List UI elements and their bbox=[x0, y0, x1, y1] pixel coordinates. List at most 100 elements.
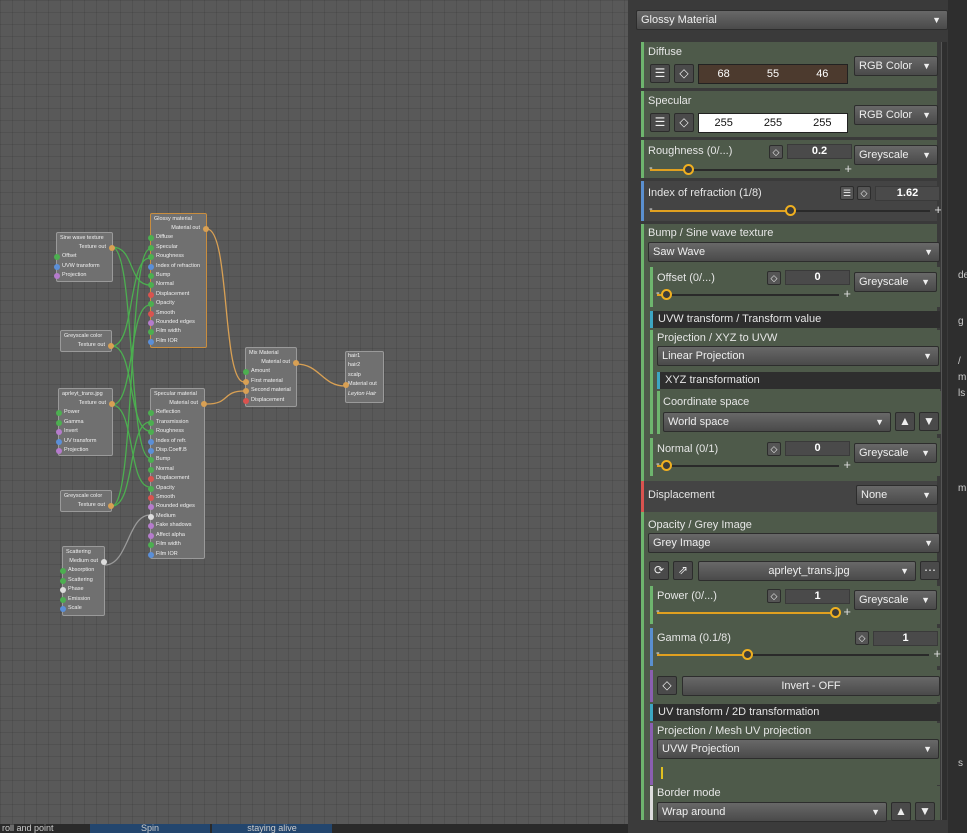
normal-value[interactable]: 0 bbox=[785, 441, 850, 456]
invert-toggle[interactable]: Invert - OFF bbox=[682, 676, 940, 696]
minus-icon[interactable]: - bbox=[656, 605, 660, 617]
node-input[interactable]: Film IOR bbox=[148, 337, 206, 346]
node-input[interactable]: Gamma bbox=[56, 418, 112, 427]
node-input[interactable]: Offset bbox=[54, 252, 112, 261]
input-socket[interactable] bbox=[148, 457, 154, 464]
input-socket[interactable] bbox=[148, 263, 154, 270]
input-socket[interactable] bbox=[243, 378, 249, 385]
node-input[interactable]: Medium bbox=[148, 512, 204, 521]
move-down-icon[interactable]: ▼ bbox=[915, 802, 935, 821]
node-input[interactable]: Smooth bbox=[148, 309, 206, 318]
node-input[interactable]: Normal bbox=[148, 465, 204, 474]
node-input[interactable]: Index of refr. bbox=[148, 437, 204, 446]
power-value[interactable]: 1 bbox=[785, 589, 850, 604]
node-input[interactable]: Opacity bbox=[148, 484, 204, 493]
border-mode-dropdown[interactable]: Wrap around ▼ bbox=[657, 802, 887, 822]
ior-slider[interactable]: - + bbox=[649, 202, 942, 217]
output-socket[interactable] bbox=[101, 559, 107, 565]
node-input[interactable]: Reflection bbox=[148, 408, 204, 417]
input-socket[interactable] bbox=[60, 606, 66, 613]
diffuse-color-field[interactable]: 68 55 46 bbox=[698, 64, 848, 84]
keyframe-icon[interactable]: ◇ bbox=[674, 113, 694, 132]
input-socket[interactable] bbox=[148, 523, 154, 530]
input-socket[interactable] bbox=[148, 310, 154, 317]
node-input[interactable]: Power bbox=[56, 408, 112, 417]
input-socket[interactable] bbox=[148, 476, 154, 483]
node-graph-canvas[interactable]: Sine wave texture Texture out Offset UVW… bbox=[0, 0, 628, 824]
slider-knob[interactable] bbox=[661, 460, 673, 471]
node-input[interactable]: Bump bbox=[148, 271, 206, 280]
input-socket[interactable] bbox=[148, 495, 154, 502]
slider-knob[interactable] bbox=[683, 164, 694, 175]
minus-icon[interactable]: - bbox=[649, 203, 653, 215]
plus-icon[interactable]: + bbox=[843, 457, 851, 472]
node-image-texture[interactable]: aprleyt_trans.jpg Texture out Power Gamm… bbox=[56, 388, 115, 456]
panel-scrollbar[interactable] bbox=[941, 42, 947, 820]
bottom-tab[interactable]: roll and point bbox=[0, 824, 88, 833]
gamma-slider[interactable]: - + bbox=[656, 646, 941, 661]
roughness-slider[interactable]: - + bbox=[649, 161, 852, 176]
slider-knob[interactable] bbox=[661, 289, 673, 300]
node-input[interactable]: Film width bbox=[148, 327, 206, 336]
node-input[interactable]: Displacement bbox=[243, 396, 296, 405]
wave-type-dropdown[interactable]: Saw Wave ▼ bbox=[648, 242, 940, 262]
node-input[interactable]: Projection bbox=[56, 446, 112, 455]
coordinate-space-dropdown[interactable]: World space ▼ bbox=[663, 412, 891, 432]
node-scattering[interactable]: Scattering Medium out Absorption Scatter… bbox=[60, 546, 107, 616]
input-socket[interactable] bbox=[148, 419, 154, 426]
node-input[interactable]: Amount bbox=[243, 367, 296, 376]
input-socket[interactable] bbox=[148, 235, 154, 242]
diffuse-r-value[interactable]: 68 bbox=[718, 68, 730, 80]
list-icon[interactable]: ☰ bbox=[650, 64, 670, 83]
output-socket[interactable] bbox=[293, 360, 299, 366]
plus-icon[interactable]: + bbox=[843, 604, 851, 619]
specular-b-value[interactable]: 255 bbox=[813, 117, 831, 129]
minus-icon[interactable]: - bbox=[656, 647, 660, 659]
input-socket[interactable] bbox=[54, 273, 60, 280]
more-options-icon[interactable]: ⋯ bbox=[920, 561, 940, 580]
node-input[interactable]: First material bbox=[243, 377, 296, 386]
input-socket[interactable] bbox=[148, 282, 154, 289]
keyframe-icon[interactable]: ◇ bbox=[674, 64, 694, 83]
bottom-tab[interactable]: staying alive bbox=[212, 824, 332, 833]
move-up-icon[interactable]: ▲ bbox=[895, 412, 915, 431]
slider-knob[interactable] bbox=[785, 205, 796, 216]
minus-icon[interactable]: - bbox=[649, 162, 653, 174]
offset-value[interactable]: 0 bbox=[785, 270, 850, 285]
plus-icon[interactable]: + bbox=[843, 286, 851, 301]
input-socket[interactable] bbox=[148, 329, 154, 336]
opacity-type-dropdown[interactable]: Grey Image ▼ bbox=[648, 533, 940, 553]
input-socket[interactable] bbox=[148, 542, 154, 549]
node-input[interactable]: Fake shadows bbox=[148, 521, 204, 530]
node-output[interactable]: Texture out bbox=[61, 501, 114, 510]
input-socket[interactable] bbox=[148, 448, 154, 455]
input-socket[interactable] bbox=[148, 504, 154, 511]
input-socket[interactable] bbox=[148, 291, 154, 298]
input-socket[interactable] bbox=[56, 448, 62, 455]
diffuse-mode-dropdown[interactable]: RGB Color ▼ bbox=[854, 56, 938, 76]
input-socket[interactable] bbox=[60, 577, 66, 584]
uvw-transform-bar[interactable]: UVW transform / Transform value bbox=[650, 311, 940, 328]
power-slider[interactable]: - + bbox=[656, 604, 851, 619]
plus-icon[interactable]: + bbox=[844, 161, 852, 176]
input-socket[interactable] bbox=[148, 410, 154, 417]
node-input[interactable]: Affect alpha bbox=[148, 531, 204, 540]
node-output[interactable]: Texture out bbox=[59, 399, 115, 408]
input-socket[interactable] bbox=[148, 338, 154, 345]
node-input[interactable]: UV transform bbox=[56, 437, 112, 446]
move-down-icon[interactable]: ▼ bbox=[919, 412, 939, 431]
node-input[interactable]: Normal bbox=[148, 280, 206, 289]
list-icon[interactable]: ☰ bbox=[650, 113, 670, 132]
input-socket[interactable] bbox=[60, 596, 66, 603]
xyz-transformation-bar[interactable]: XYZ transformation bbox=[657, 372, 943, 389]
output-socket[interactable] bbox=[108, 503, 114, 509]
node-input[interactable]: Roughness bbox=[148, 427, 204, 436]
specular-mode-dropdown[interactable]: RGB Color ▼ bbox=[854, 105, 938, 125]
open-external-icon[interactable]: ⇗ bbox=[673, 561, 693, 580]
node-input[interactable]: Disp.Coeff.B bbox=[148, 446, 204, 455]
input-socket[interactable] bbox=[148, 301, 154, 308]
keyframe-icon[interactable]: ◇ bbox=[855, 631, 869, 645]
uv-transform-bar[interactable]: UV transform / 2D transformation bbox=[650, 704, 940, 721]
node-input[interactable]: Scattering bbox=[60, 576, 104, 585]
input-socket[interactable] bbox=[54, 254, 60, 261]
